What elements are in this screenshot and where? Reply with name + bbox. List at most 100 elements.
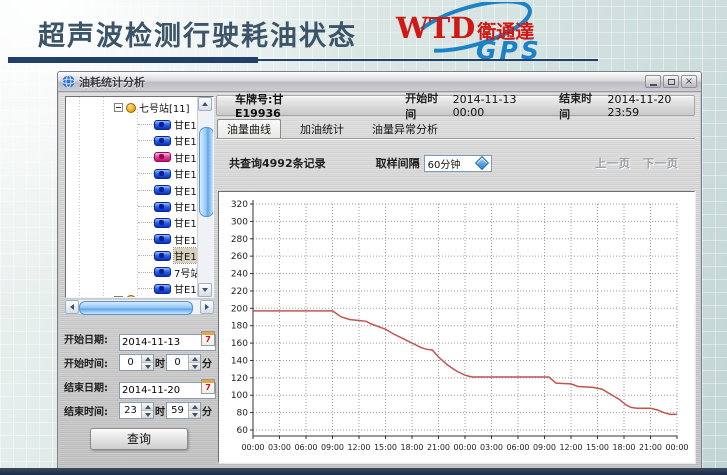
- scroll-left-button[interactable]: [65, 300, 79, 314]
- arrow-down-icon: [144, 412, 151, 417]
- start-time-header-value: 2014-11-13 00:00: [452, 92, 517, 119]
- title-underline-thin: [258, 59, 598, 61]
- tab-fuel-anomaly[interactable]: 油量异常分析: [363, 119, 447, 138]
- arrow-left-icon: [70, 304, 74, 310]
- start-hour-stepper[interactable]: 0: [119, 354, 154, 371]
- y-tick-label: 120: [231, 374, 248, 384]
- arrow-down-icon: [202, 288, 208, 292]
- tree-connector: [138, 173, 154, 175]
- end-hour-stepper[interactable]: 23: [119, 402, 154, 419]
- tree-item-vehicle[interactable]: 甘E1: [66, 232, 200, 247]
- start-date-label: 开始日期:: [64, 335, 108, 346]
- prev-page-link[interactable]: 上一页: [595, 155, 631, 171]
- x-tick-label: 21:00: [427, 443, 450, 452]
- collapse-icon[interactable]: [114, 103, 123, 112]
- fuel-curve-chart-panel: 60 80 100 120 140 160 180 200 220 240 260 280 300 320…: [218, 191, 695, 463]
- records-toolbar: 共查询4992条记录 取样间隔 60分钟 上一页 下一页: [216, 150, 695, 176]
- y-tick-label: 220: [231, 287, 248, 297]
- start-minute-stepper[interactable]: 0: [166, 354, 201, 371]
- vehicle-tree-panel[interactable]: 七号站[11] 甘E1 甘E1 甘E1 甘E1 甘E1 甘E1 甘E1 甘E1 甘E1 7号站 甘E…: [65, 96, 214, 298]
- scrollbar-thumb[interactable]: [79, 301, 193, 315]
- x-tick-label: 00:00: [241, 443, 264, 452]
- scroll-down-button[interactable]: [198, 283, 212, 297]
- window-titlebar[interactable]: 油耗统计分析 ×: [58, 72, 701, 92]
- tree-item-label: 甘E1: [174, 153, 197, 165]
- scroll-right-button[interactable]: [200, 300, 214, 314]
- maximize-button[interactable]: [663, 75, 679, 88]
- spin-up-button[interactable]: [142, 355, 153, 362]
- y-tick-label: 80: [237, 409, 249, 419]
- vehicle-icon: [154, 185, 171, 196]
- tree-item-vehicle[interactable]: 甘E1: [66, 281, 200, 296]
- x-tick-label: 06:00: [506, 443, 529, 452]
- minimize-button[interactable]: [645, 75, 661, 88]
- dropdown-button[interactable]: [475, 155, 490, 171]
- x-tick-label: 15:00: [586, 443, 609, 452]
- spin-down-button[interactable]: [189, 410, 200, 418]
- y-tick-label: 200: [231, 304, 248, 314]
- spin-down-button[interactable]: [142, 362, 153, 370]
- vehicle-icon: [154, 283, 171, 294]
- tree-item-vehicle[interactable]: 甘E1: [66, 117, 200, 132]
- calendar-button[interactable]: 7: [201, 331, 215, 346]
- desktop-background: 超声波检测行驶耗油状态 WTD 衛通達 GPS 油耗统计分析 × 七号站[11]…: [0, 0, 727, 475]
- spin-up-button[interactable]: [142, 403, 153, 410]
- tree-connector: [138, 156, 154, 158]
- tab-bar: 油量曲线 加油统计 油量异常分析: [216, 119, 695, 139]
- y-tick-label: 240: [231, 270, 248, 280]
- next-page-link[interactable]: 下一页: [643, 155, 679, 171]
- tree-item-vehicle[interactable]: 甘E1: [66, 183, 200, 198]
- spin-down-button[interactable]: [189, 362, 200, 370]
- vehicle-icon: [154, 250, 171, 261]
- tree-vertical-scrollbar[interactable]: [197, 97, 213, 297]
- arrow-up-icon: [202, 102, 208, 106]
- scroll-up-button[interactable]: [198, 97, 212, 111]
- tree-horizontal-scrollbar[interactable]: [65, 300, 214, 315]
- vehicle-icon: [154, 217, 171, 228]
- y-tick-label: 60: [237, 426, 249, 436]
- tree-item-label: 甘E1: [174, 121, 197, 132]
- window-body: 七号站[11] 甘E1 甘E1 甘E1 甘E1 甘E1 甘E1 甘E1 甘E1 甘E1 7号站 甘E…: [59, 92, 700, 468]
- x-tick-label: 18:00: [400, 443, 423, 452]
- spin-up-button[interactable]: [189, 403, 200, 410]
- minimize-icon: [649, 83, 657, 86]
- fuel-stats-window: 油耗统计分析 × 七号站[11] 甘E1 甘E1 甘E1 甘E1 甘E1 甘E1 甘E1 甘E…: [57, 71, 702, 470]
- tree-node-station[interactable]: 七号站[11]: [114, 100, 190, 115]
- minute-suffix: 分: [202, 407, 212, 418]
- tree-item-vehicle[interactable]: 甘E1: [66, 247, 200, 265]
- spin-down-button[interactable]: [142, 410, 153, 418]
- tree-item-vehicle[interactable]: 甘E1: [66, 199, 200, 214]
- x-tick-label: 09:00: [533, 443, 556, 452]
- tab-refuel-stats[interactable]: 加油统计: [291, 119, 353, 138]
- wtd-gps-logo: WTD 衛通達 GPS: [395, 2, 539, 64]
- tree-item-vehicle[interactable]: 甘E1: [66, 215, 200, 230]
- end-date-label: 结束日期:: [64, 383, 108, 394]
- globe-icon: [62, 75, 75, 88]
- x-tick-label: 00:00: [453, 443, 476, 452]
- interval-combobox[interactable]: 60分钟: [423, 154, 492, 172]
- start-date-row: 开始日期: 7: [64, 329, 216, 351]
- scrollbar-thumb[interactable]: [199, 127, 213, 217]
- interval-value: 60分钟: [427, 159, 461, 171]
- tree-node-station-partial[interactable]: [114, 295, 136, 297]
- query-button[interactable]: 查询: [90, 428, 188, 450]
- tree-item-vehicle[interactable]: 甘E1: [66, 133, 200, 148]
- x-tick-label: 21:00: [639, 443, 662, 452]
- x-tick-label: 03:00: [480, 443, 503, 452]
- tree-item-vehicle[interactable]: 7号站: [66, 265, 200, 280]
- tree-connector: [138, 222, 154, 224]
- arrow-up-icon: [144, 404, 151, 409]
- tree-item-vehicle[interactable]: 甘E1: [66, 166, 200, 181]
- y-tick-label: 300: [231, 217, 248, 227]
- calendar-button[interactable]: 7: [201, 379, 215, 394]
- tab-fuel-curve[interactable]: 油量曲线: [217, 119, 281, 138]
- collapse-icon[interactable]: [114, 295, 123, 297]
- arrow-down-icon: [191, 364, 198, 369]
- tree-item-vehicle[interactable]: 甘E1: [66, 150, 200, 165]
- spin-up-button[interactable]: [189, 355, 200, 362]
- fuel-curve-chart: 60 80 100 120 140 160 180 200 220 240 260 280 300 320…: [231, 200, 689, 452]
- close-button[interactable]: ×: [681, 75, 697, 88]
- end-minute-stepper[interactable]: 59: [166, 402, 201, 419]
- vehicle-icon: [154, 168, 171, 179]
- tree-connector: [138, 271, 154, 273]
